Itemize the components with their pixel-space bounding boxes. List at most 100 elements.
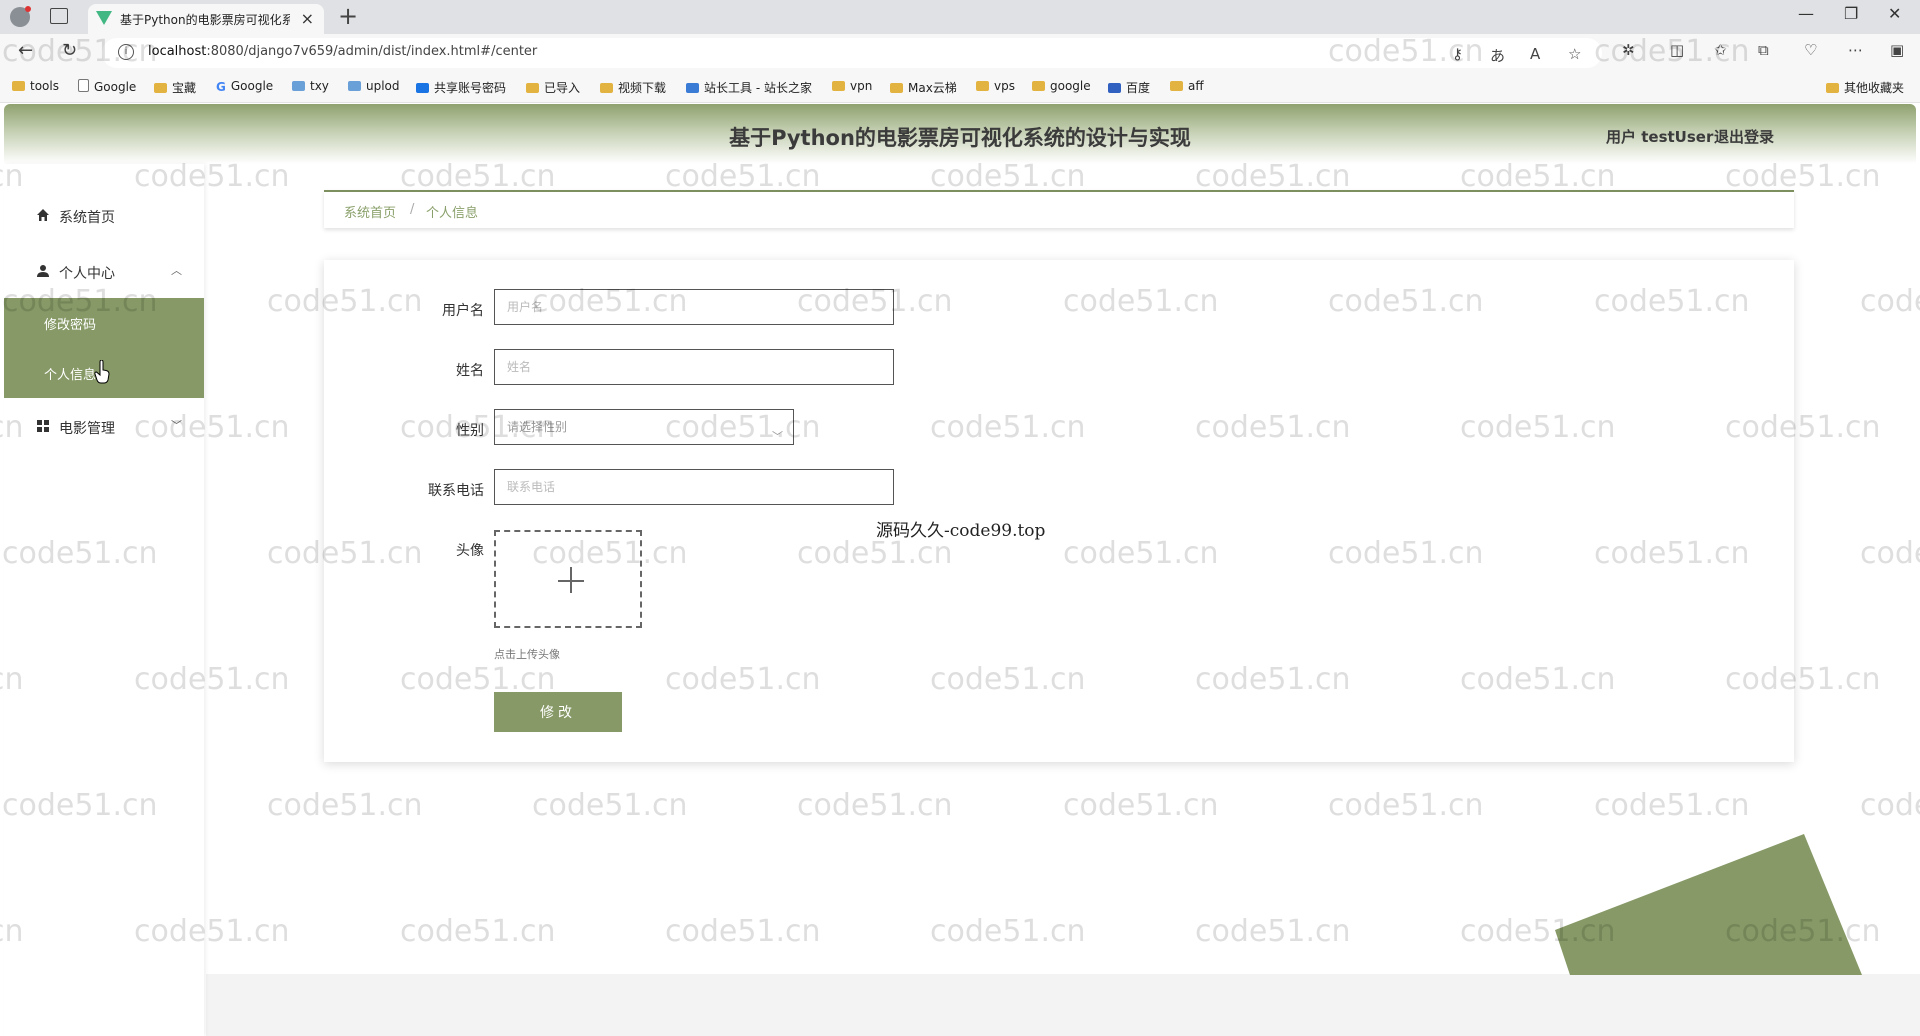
url-text: localhost:8080/django7v659/admin/dist/in… — [148, 44, 538, 59]
notification-dot-icon — [25, 6, 31, 12]
more-icon[interactable]: ⋯ — [1848, 41, 1863, 59]
gender-label: 性别 — [456, 423, 484, 439]
url-input[interactable]: i localhost:8080/django7v659/admin/dist/… — [102, 38, 1602, 68]
close-window-icon[interactable]: ✕ — [1888, 4, 1901, 23]
phone-input[interactable] — [494, 469, 894, 505]
bookmark-item[interactable]: tools — [12, 79, 59, 93]
breadcrumb-separator: / — [410, 202, 415, 217]
sidebar-item-label: 电影管理 — [59, 421, 115, 437]
bookmark-item[interactable]: aff — [1170, 79, 1204, 93]
sidebar-toggle-icon[interactable]: ▣ — [1890, 41, 1904, 59]
cloud-icon — [348, 81, 361, 91]
tab-close-icon[interactable]: × — [301, 9, 314, 28]
sidebar-item-change-password[interactable]: 修改密码 — [44, 314, 96, 333]
grid-icon — [37, 420, 49, 432]
user-icon — [37, 265, 49, 277]
other-bookmarks[interactable]: 其他收藏夹 — [1826, 79, 1904, 96]
gender-select-placeholder: 请选择性别 — [507, 420, 568, 434]
plus-icon-vertical — [570, 567, 572, 593]
bookmark-item[interactable]: uplod — [348, 79, 400, 93]
phone-label: 联系电话 — [428, 483, 484, 499]
tab-title: 基于Python的电影票房可视化系统 — [120, 13, 290, 27]
browser-essentials-icon[interactable]: ♡ — [1804, 41, 1817, 59]
sidebar-item-label: 个人中心 — [59, 266, 115, 282]
profile-form-card: 用户名 姓名 性别 请选择性别 ﹀ 联系电话 头像 点击上传头像 修改 — [324, 260, 1794, 762]
chevron-up-icon: ︿ — [171, 264, 182, 277]
sidebar-item-movie-management[interactable]: 电影管理 ﹀ — [4, 402, 204, 452]
breadcrumb-home[interactable]: 系统首页 — [344, 202, 396, 221]
favorites-icon[interactable]: ✩ — [1714, 41, 1727, 59]
overlay-text: 源码久久-code99.top — [876, 521, 1046, 541]
reload-icon[interactable]: ↻ — [62, 40, 77, 61]
page-icon — [78, 79, 89, 92]
favorite-star-icon[interactable]: ☆ — [1568, 45, 1581, 63]
folder-icon — [600, 83, 613, 93]
key-icon[interactable]: ⚷ — [1452, 45, 1463, 63]
sidebar-item-personal-center[interactable]: 个人中心 ︿ — [4, 247, 204, 297]
folder-icon — [1826, 83, 1839, 93]
bookmark-item[interactable]: Google — [78, 79, 136, 94]
extensions-icon[interactable]: ✲ — [1622, 41, 1635, 59]
logout-link[interactable]: 退出登录 — [1714, 126, 1774, 147]
translate-icon[interactable]: あ — [1490, 45, 1505, 66]
gender-select[interactable]: 请选择性别 ﹀ — [494, 409, 794, 445]
current-user-label: 用户 testUser — [1606, 128, 1714, 146]
avatar-label: 头像 — [456, 543, 484, 559]
chevron-down-icon: ﹀ — [171, 419, 182, 432]
name-label: 姓名 — [456, 363, 484, 379]
bookmark-item[interactable]: 已导入 — [526, 79, 580, 96]
name-input[interactable] — [494, 349, 894, 385]
bookmark-item[interactable]: Max云梯 — [890, 79, 957, 96]
bookmark-item[interactable]: 百度 — [1108, 79, 1150, 96]
bookmark-item[interactable]: vps — [976, 79, 1015, 93]
bookmark-item[interactable]: 站长工具 - 站长之家 — [686, 79, 812, 96]
read-aloud-icon[interactable]: A — [1530, 45, 1540, 63]
folder-icon — [1170, 81, 1183, 91]
facebook-icon — [416, 83, 429, 93]
sidebar-item-home[interactable]: 系统首页 — [4, 191, 204, 241]
collections-icon[interactable]: ⧉ — [1758, 41, 1769, 59]
username-input[interactable] — [494, 289, 894, 325]
address-bar-row: ← ↻ i localhost:8080/django7v659/admin/d… — [0, 34, 1920, 72]
sidebar-item-personal-info[interactable]: 个人信息 — [44, 364, 96, 383]
back-icon[interactable]: ← — [18, 40, 33, 61]
bookmark-item[interactable]: G Google — [216, 79, 273, 94]
split-screen-icon[interactable]: ◫ — [1670, 41, 1684, 59]
folder-icon — [890, 83, 903, 93]
minimize-icon[interactable]: — — [1798, 4, 1814, 23]
folder-icon — [832, 81, 845, 91]
bookmark-item[interactable]: 共享账号密码 — [416, 79, 506, 96]
username-label: 用户名 — [442, 303, 484, 319]
folder-icon — [526, 83, 539, 93]
home-icon — [37, 209, 49, 221]
bookmark-item[interactable]: google — [1032, 79, 1091, 93]
bookmark-item[interactable]: vpn — [832, 79, 872, 93]
submit-button[interactable]: 修改 — [494, 692, 622, 732]
browser-tabstrip: 基于Python的电影票房可视化系统 × + — ❐ ✕ — [0, 0, 1920, 34]
restore-icon[interactable]: ❐ — [1844, 4, 1858, 23]
folder-icon — [1032, 81, 1045, 91]
folder-icon — [154, 83, 167, 93]
sidebar: 系统首页 个人中心 ︿ 修改密码 个人信息 电影管理 ﹀ — [4, 164, 204, 1036]
folder-icon — [976, 81, 989, 91]
site-info-icon[interactable]: i — [118, 44, 134, 60]
cloud-icon — [292, 81, 305, 91]
sidebar-item-label: 系统首页 — [59, 210, 115, 226]
bookmark-item[interactable]: 宝藏 — [154, 79, 196, 96]
app-header: 基于Python的电影票房可视化系统的设计与实现 用户 testUser 退出登… — [4, 104, 1916, 164]
breadcrumb-current: 个人信息 — [426, 206, 479, 221]
chevron-down-icon: ﹀ — [772, 430, 783, 443]
tab-actions-icon[interactable] — [50, 8, 68, 24]
bookmark-item[interactable]: 视频下载 — [600, 79, 666, 96]
baidu-icon — [1108, 83, 1121, 93]
new-tab-icon[interactable]: + — [338, 2, 358, 30]
bookmark-item[interactable]: txy — [292, 79, 329, 93]
avatar-uploader[interactable] — [494, 530, 642, 628]
browser-tab-active[interactable]: 基于Python的电影票房可视化系统 × — [88, 4, 324, 34]
hand-cursor-icon — [94, 360, 110, 384]
breadcrumb: 系统首页 / 个人信息 — [324, 190, 1794, 228]
site-icon — [686, 83, 699, 93]
decorative-shape — [1555, 834, 1862, 975]
bookmarks-bar: tools Google 宝藏 G Google txy uplod 共享账号密码… — [0, 72, 1920, 103]
upload-tip: 点击上传头像 — [494, 648, 560, 661]
